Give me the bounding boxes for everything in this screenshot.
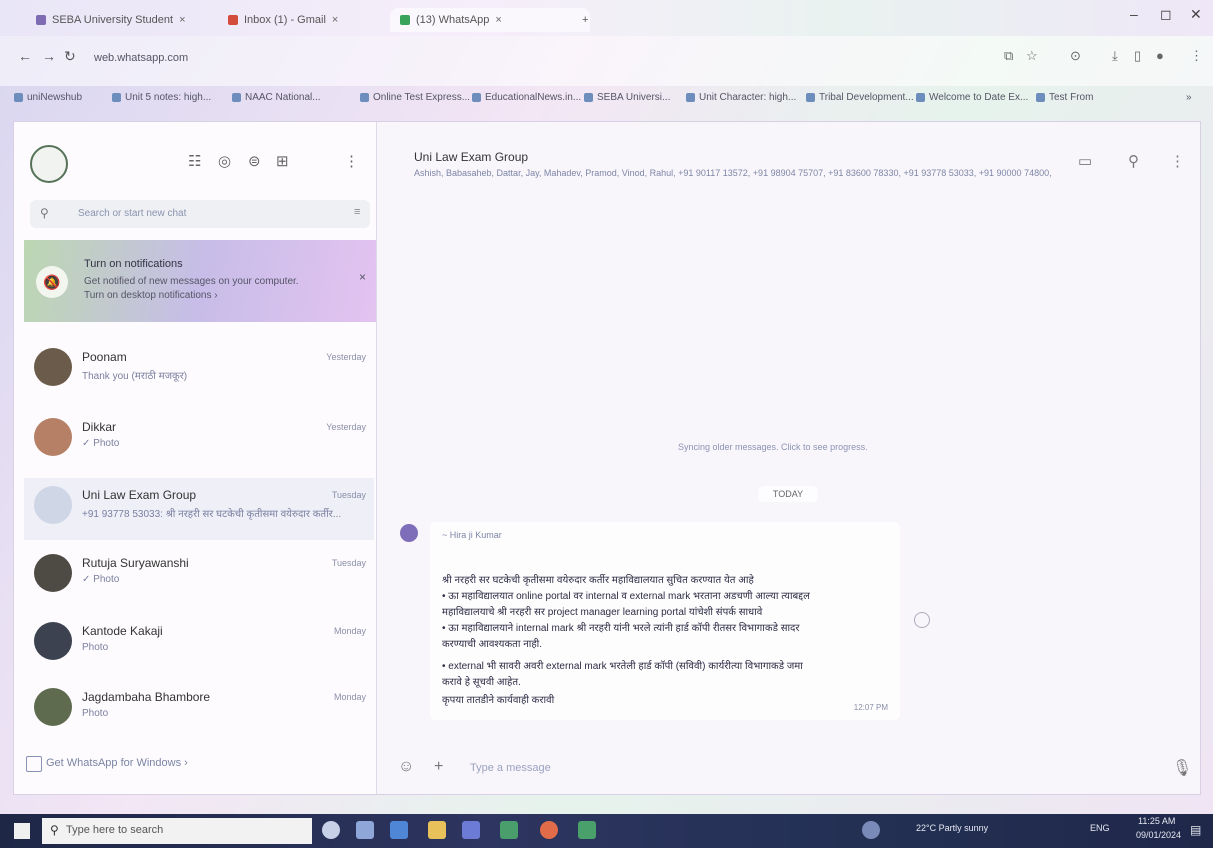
url-field[interactable]: web.whatsapp.com: [94, 52, 188, 64]
chat-item-jagdambaha-bhambore[interactable]: Jagdambaha Bhambore Photo Monday: [24, 680, 374, 742]
group-name[interactable]: Uni Law Exam Group: [414, 150, 528, 164]
menu-icon[interactable]: ⋮: [1190, 48, 1203, 64]
seba-favicon-icon: [36, 15, 46, 25]
gmail-favicon-icon: [228, 15, 238, 25]
store-icon[interactable]: [462, 821, 480, 839]
forward-message-icon[interactable]: [914, 612, 930, 628]
filter-icon[interactable]: ≡: [354, 206, 360, 218]
communities-icon[interactable]: ☷: [188, 152, 201, 170]
avatar: [34, 418, 72, 456]
bookmark-item[interactable]: SEBA Universi...: [584, 92, 670, 103]
clock-date[interactable]: 09/01/2024: [1136, 830, 1181, 840]
tab-seba[interactable]: SEBA University Student ×: [26, 8, 236, 32]
notification-banner[interactable]: 🔕 Turn on notifications Get notified of …: [24, 240, 376, 322]
menu-icon[interactable]: ⋮: [1170, 152, 1185, 170]
weather-widget[interactable]: 22°C Partly sunny: [916, 823, 988, 833]
bookmarks-overflow-icon[interactable]: »: [1186, 92, 1192, 103]
new-chat-icon[interactable]: ⊞: [276, 152, 289, 170]
my-avatar[interactable]: [30, 145, 68, 183]
chat-item-poonam[interactable]: Poonam Thank you (मराठी मजकूर) Yesterday: [24, 340, 374, 402]
close-icon[interactable]: ×: [495, 14, 501, 26]
bookmark-item[interactable]: Online Test Express...: [360, 92, 470, 103]
video-call-icon[interactable]: ▭: [1078, 152, 1092, 170]
chat-item-kantode-kakaji[interactable]: Kantode Kakaji Photo Monday: [24, 614, 374, 676]
bookmark-item[interactable]: Unit 5 notes: high...: [112, 92, 211, 103]
file-explorer-icon[interactable]: [428, 821, 446, 839]
new-tab-button[interactable]: +: [572, 8, 598, 32]
whatsapp-favicon-icon: [400, 15, 410, 25]
bookmark-item[interactable]: Tribal Development...: [806, 92, 914, 103]
close-icon[interactable]: ×: [332, 14, 338, 26]
taskbar-search-input[interactable]: ⚲ Type here to search: [42, 818, 312, 844]
windows-start-icon[interactable]: [14, 823, 30, 839]
cortana-icon[interactable]: [322, 821, 340, 839]
puzzle-icon[interactable]: ⊙: [1070, 48, 1081, 64]
attach-plus-icon[interactable]: +: [434, 758, 443, 776]
group-avatar: [34, 486, 72, 524]
date-divider: TODAY: [758, 486, 818, 502]
star-icon[interactable]: ☆: [1026, 48, 1038, 64]
extension-icon[interactable]: ⧉: [1004, 48, 1013, 64]
bookmark-item[interactable]: uniNewshub: [14, 92, 82, 103]
minimize-icon[interactable]: –: [1130, 6, 1138, 22]
notification-center-icon[interactable]: ▤: [1190, 823, 1201, 837]
avatar: [34, 622, 72, 660]
back-icon[interactable]: ←: [18, 48, 32, 64]
clock-time[interactable]: 11:25 AM: [1138, 816, 1175, 826]
channels-icon[interactable]: ⊜: [248, 152, 261, 170]
sidepanel-icon[interactable]: ▯: [1134, 48, 1141, 64]
bell-icon: 🔕: [36, 266, 68, 298]
search-icon: ⚲: [50, 823, 59, 837]
sync-notice[interactable]: Syncing older messages. Click to see pro…: [678, 442, 868, 452]
windows-app-icon: [26, 756, 42, 772]
chrome-icon[interactable]: [540, 821, 558, 839]
close-icon[interactable]: ×: [359, 270, 366, 284]
status-icon[interactable]: ◎: [218, 152, 231, 170]
avatar: [34, 554, 72, 592]
maximize-icon[interactable]: ◻: [1160, 6, 1172, 23]
get-windows-app-link[interactable]: Get WhatsApp for Windows ›: [46, 757, 188, 769]
download-icon[interactable]: ⤓: [1112, 48, 1118, 64]
language-indicator[interactable]: ENG: [1090, 823, 1110, 833]
avatar: [34, 348, 72, 386]
chat-item-dikkar[interactable]: Dikkar ✓ Photo Yesterday: [24, 410, 374, 472]
reload-icon[interactable]: ↻: [64, 48, 76, 65]
search-input[interactable]: ⚲ Search or start new chat: [30, 200, 370, 228]
bookmark-item[interactable]: Unit Character: high...: [686, 92, 796, 103]
chat-item-rutuja-suryawanshi[interactable]: Rutuja Suryawanshi ✓ Photo Tuesday: [24, 546, 374, 608]
forward-icon[interactable]: →: [42, 48, 56, 64]
menu-icon[interactable]: ⋮: [344, 152, 359, 170]
search-icon: ⚲: [40, 206, 49, 220]
chat-item-uni-law-exam-group[interactable]: Uni Law Exam Group +91 93778 53033: श्री…: [24, 478, 374, 540]
whatsapp-taskbar-icon[interactable]: [578, 821, 596, 839]
tab-gmail[interactable]: Inbox (1) - Gmail ×: [218, 8, 398, 32]
conversation-header[interactable]: [378, 140, 1200, 188]
app-icon[interactable]: [500, 821, 518, 839]
search-icon[interactable]: ⚲: [1128, 152, 1139, 170]
bookmark-item[interactable]: EducationalNews.in...: [472, 92, 581, 103]
group-members: Ashish, Babasaheb, Dattar, Jay, Mahadev,…: [414, 168, 1054, 178]
bookmark-item[interactable]: Test From: [1036, 92, 1093, 103]
sender-avatar[interactable]: [400, 524, 418, 542]
bookmark-item[interactable]: NAAC National...: [232, 92, 321, 103]
task-view-icon[interactable]: [356, 821, 374, 839]
bookmark-item[interactable]: Welcome to Date Ex...: [916, 92, 1028, 103]
emoji-icon[interactable]: ☺: [398, 758, 414, 776]
message-bubble[interactable]: ~ Hira ji Kumar श्री नरहरी सर घटकेची कृत…: [430, 522, 900, 720]
tray-app-icon[interactable]: [862, 821, 880, 839]
avatar: [34, 688, 72, 726]
edge-icon[interactable]: [390, 821, 408, 839]
microphone-icon[interactable]: 🎙: [1172, 758, 1192, 778]
message-input[interactable]: Type a message: [470, 762, 551, 774]
profile-icon[interactable]: ●: [1156, 48, 1164, 63]
close-icon[interactable]: ×: [179, 14, 185, 26]
tab-whatsapp[interactable]: (13) WhatsApp ×: [390, 8, 590, 32]
window-close-icon[interactable]: ✕: [1190, 6, 1202, 23]
